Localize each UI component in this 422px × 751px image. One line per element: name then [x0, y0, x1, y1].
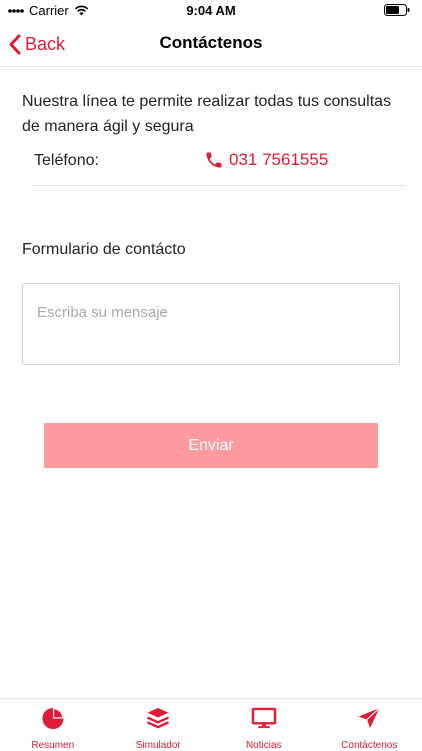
tab-label: Noticias	[246, 740, 282, 751]
battery-indicator	[384, 4, 410, 19]
tab-bar: Resumen Simulador Noticias Contáctenos	[0, 698, 422, 751]
send-button[interactable]: Enviar	[44, 423, 378, 468]
monitor-icon	[251, 707, 277, 730]
tab-resumen[interactable]: Resumen	[0, 699, 106, 751]
page-title: Contáctenos	[0, 33, 422, 53]
battery-icon	[384, 4, 410, 16]
phone-number: 031 7561555	[229, 150, 328, 170]
form-title: Formulario de contácto	[22, 241, 186, 259]
tab-label: Simulador	[136, 740, 181, 751]
message-input[interactable]	[22, 283, 400, 365]
navigation-bar: Back Contáctenos	[0, 22, 422, 67]
tab-contactenos[interactable]: Contáctenos	[317, 699, 422, 751]
tab-simulador[interactable]: Simulador	[106, 699, 212, 751]
phone-link[interactable]: 031 7561555	[204, 150, 328, 170]
status-time: 9:04 AM	[0, 3, 422, 18]
layers-icon	[145, 707, 171, 730]
status-bar: Carrier 9:04 AM	[0, 0, 422, 22]
phone-row: Teléfono: 031 7561555	[32, 146, 406, 186]
pie-chart-icon	[40, 707, 66, 730]
tab-noticias[interactable]: Noticias	[211, 699, 317, 751]
tab-label: Contáctenos	[341, 740, 397, 751]
intro-text: Nuestra línea te permite realizar todas …	[22, 89, 402, 139]
phone-label: Teléfono:	[34, 152, 99, 170]
paper-plane-icon	[356, 707, 382, 730]
tab-label: Resumen	[31, 740, 74, 751]
phone-icon	[204, 150, 224, 170]
